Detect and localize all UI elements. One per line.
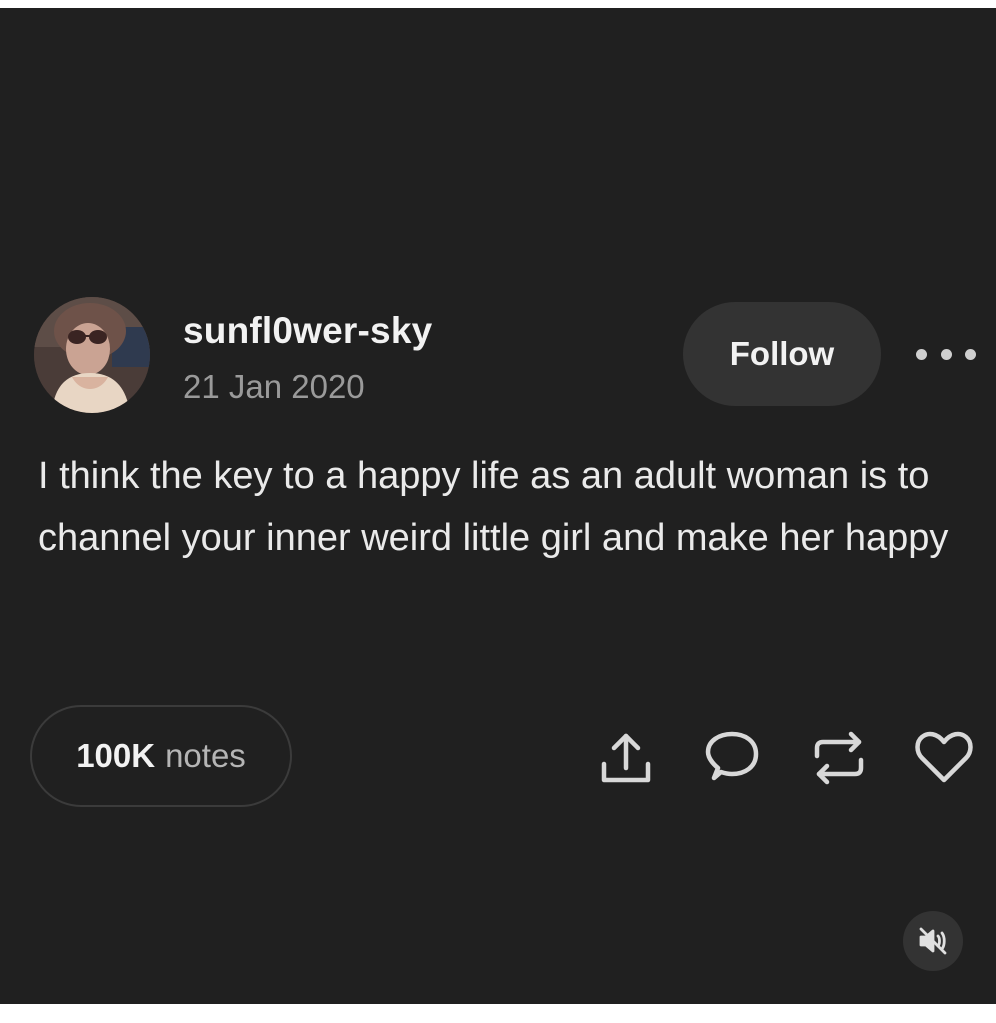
- reblog-icon[interactable]: [807, 726, 871, 790]
- heart-icon[interactable]: [912, 726, 976, 790]
- post-date: 21 Jan 2020: [183, 368, 365, 405]
- author-username[interactable]: sunfl0wer-sky: [183, 310, 432, 352]
- more-options-icon[interactable]: [916, 340, 976, 368]
- author-avatar[interactable]: [34, 297, 150, 413]
- more-dot: [965, 348, 976, 360]
- share-icon[interactable]: [594, 726, 658, 790]
- more-dot: [940, 348, 952, 360]
- reply-icon[interactable]: [700, 726, 764, 790]
- notes-count: 100K: [76, 737, 156, 774]
- more-dot: [916, 348, 927, 360]
- follow-button[interactable]: Follow: [683, 302, 881, 406]
- post-card: sunfl0wer-sky 21 Jan 2020 Follow I think…: [0, 8, 996, 1004]
- user-avatar-photo-icon: [34, 297, 150, 413]
- notes-label: notes: [165, 737, 246, 774]
- post-text: I think the key to a happy life as an ad…: [38, 455, 949, 559]
- notes-button[interactable]: 100K notes: [30, 705, 292, 807]
- volume-muted-icon[interactable]: [903, 911, 963, 971]
